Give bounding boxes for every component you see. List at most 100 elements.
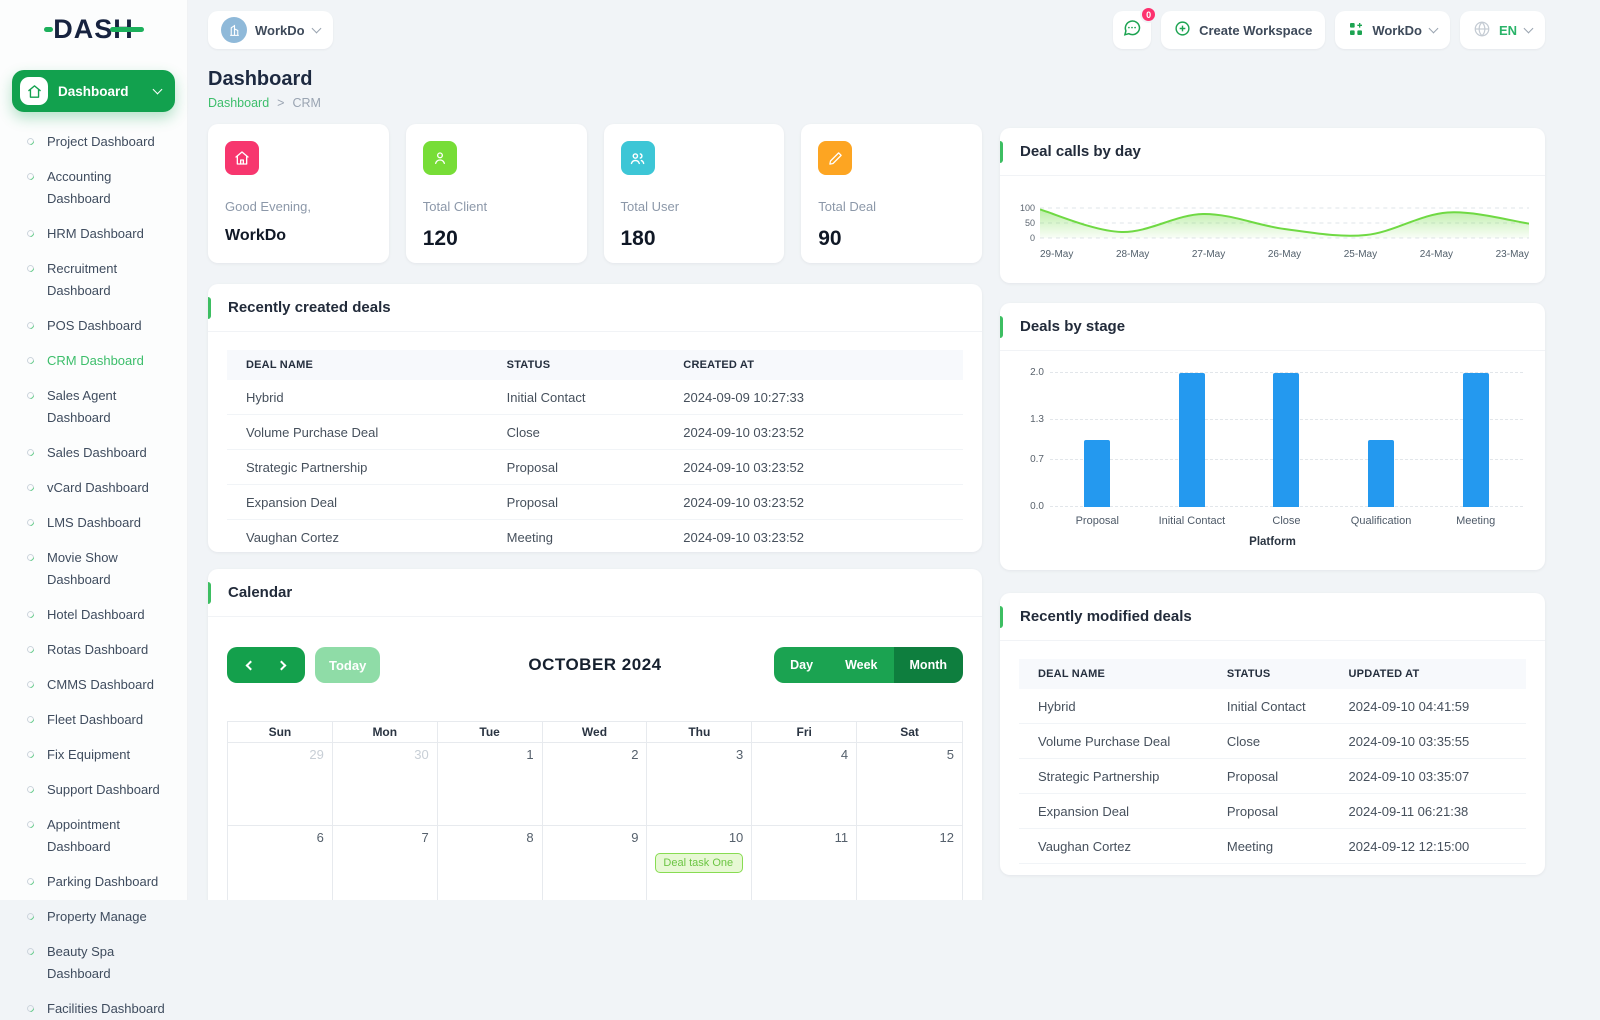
- sidebar-item-recruitment-dashboard[interactable]: Recruitment Dashboard: [27, 258, 187, 302]
- bullet-icon: [26, 448, 36, 458]
- table-row: Volume Purchase DealClose2024-09-10 03:3…: [1019, 724, 1526, 759]
- calendar-next-button[interactable]: [278, 662, 285, 669]
- page-header: Dashboard Dashboard > CRM: [208, 68, 982, 110]
- sidebar-item-sales-agent-dashboard[interactable]: Sales Agent Dashboard: [27, 385, 187, 429]
- calendar-cell[interactable]: 12: [857, 826, 962, 900]
- card-header: Deal calls by day: [1000, 128, 1545, 176]
- sidebar-item-cmms-dashboard[interactable]: CMMS Dashboard: [27, 674, 187, 696]
- recently-created-deals-table: DEAL NAMESTATUSCREATED ATHybridInitial C…: [227, 350, 963, 552]
- page-title: Dashboard: [208, 68, 982, 91]
- calendar-cell[interactable]: 8: [438, 826, 543, 900]
- stat-value: 90: [818, 227, 965, 251]
- bullet-icon: [26, 356, 36, 366]
- sidebar-item-facilities-dashboard[interactable]: Facilities Dashboard: [27, 998, 187, 1020]
- calendar-cell[interactable]: 2: [543, 743, 648, 826]
- calendar-cell[interactable]: 30: [333, 743, 438, 826]
- calendar-cell[interactable]: 9: [543, 826, 648, 900]
- stat-card-total-user: Total User 180: [604, 124, 785, 263]
- sidebar-item-label: Recruitment Dashboard: [47, 258, 175, 302]
- calendar-grid: SunMonTueWedThuFriSat293012345678910Deal…: [227, 721, 963, 900]
- calendar-day-header: Tue: [438, 722, 543, 743]
- table-cell: Proposal: [1227, 759, 1349, 794]
- sidebar-item-lms-dashboard[interactable]: LMS Dashboard: [27, 512, 187, 534]
- sidebar-item-fleet-dashboard[interactable]: Fleet Dashboard: [27, 709, 187, 731]
- calendar-cell[interactable]: 6: [228, 826, 333, 900]
- messages-button[interactable]: 0: [1113, 11, 1151, 49]
- sidebar-item-property-manage[interactable]: Property Manage: [27, 906, 187, 928]
- area-chart: 100500 29-May28-May27-May26-May25-May24-…: [1000, 176, 1545, 260]
- breadcrumb-separator: >: [277, 96, 284, 110]
- chevron-down-icon: [1524, 23, 1534, 33]
- sidebar-item-rotas-dashboard[interactable]: Rotas Dashboard: [27, 639, 187, 661]
- create-workspace-button[interactable]: Create Workspace: [1161, 11, 1325, 49]
- table-cell: Close: [507, 415, 684, 450]
- calendar-day-number: 3: [655, 747, 743, 762]
- calendar-cell[interactable]: 11: [752, 826, 857, 900]
- card-header: Recently modified deals: [1000, 593, 1545, 641]
- table-cell: Meeting: [507, 520, 684, 553]
- table-cell: 2024-09-10 03:23:52: [683, 450, 963, 485]
- calendar-view-week[interactable]: Week: [829, 647, 893, 683]
- users-icon: [621, 141, 655, 175]
- column-header: DEAL NAME: [227, 350, 507, 380]
- sidebar-item-label: Property Manage: [47, 906, 147, 928]
- sidebar-item-project-dashboard[interactable]: Project Dashboard: [27, 131, 187, 153]
- stat-label: Total User: [621, 199, 768, 214]
- table-cell: Close: [1227, 724, 1349, 759]
- table-cell: 2024-09-10 03:23:52: [683, 485, 963, 520]
- table-cell: Proposal: [1227, 794, 1349, 829]
- calendar-event[interactable]: Deal task One: [655, 853, 743, 873]
- calendar-view-day[interactable]: Day: [774, 647, 829, 683]
- stat-value: 180: [621, 227, 768, 251]
- calendar-day-number: 9: [551, 830, 639, 845]
- sidebar-active-label: Dashboard: [58, 84, 129, 99]
- sidebar-item-crm-dashboard[interactable]: CRM Dashboard: [27, 350, 187, 372]
- today-button[interactable]: Today: [315, 647, 380, 683]
- sidebar-item-hotel-dashboard[interactable]: Hotel Dashboard: [27, 604, 187, 626]
- calendar-cell[interactable]: 7: [333, 826, 438, 900]
- stat-label: Total Deal: [818, 199, 965, 214]
- workspace-switcher[interactable]: WorkDo: [208, 11, 333, 49]
- calendar-cell[interactable]: 1: [438, 743, 543, 826]
- calendar-cell[interactable]: 29: [228, 743, 333, 826]
- sidebar-item-support-dashboard[interactable]: Support Dashboard: [27, 779, 187, 801]
- sidebar-item-appointment-dashboard[interactable]: Appointment Dashboard: [27, 814, 187, 858]
- app-logo[interactable]: DASH: [0, 0, 187, 58]
- table-cell: Vaughan Cortez: [227, 520, 507, 553]
- card-title: Deal calls by day: [1020, 143, 1141, 160]
- column-header: CREATED AT: [683, 350, 963, 380]
- deals-by-stage-card: Deals by stage 0.00.71.32.0 ProposalInit…: [1000, 303, 1545, 570]
- apps-menu-button[interactable]: WorkDo: [1335, 11, 1450, 49]
- sidebar-item-fix-equipment[interactable]: Fix Equipment: [27, 744, 187, 766]
- bullet-icon: [26, 391, 36, 401]
- calendar-day-number: 10: [655, 830, 743, 845]
- table-cell: Expansion Deal: [1019, 794, 1227, 829]
- column-header: STATUS: [1227, 659, 1349, 689]
- breadcrumb-link-dashboard[interactable]: Dashboard: [208, 96, 269, 110]
- sidebar-item-vcard-dashboard[interactable]: vCard Dashboard: [27, 477, 187, 499]
- globe-icon: [1473, 20, 1491, 41]
- sidebar-item-beauty-spa-dashboard[interactable]: Beauty Spa Dashboard: [27, 941, 187, 985]
- sidebar-item-movie-show-dashboard[interactable]: Movie Show Dashboard: [27, 547, 187, 591]
- calendar-prev-button[interactable]: [247, 662, 254, 669]
- sidebar-item-pos-dashboard[interactable]: POS Dashboard: [27, 315, 187, 337]
- calendar-cell[interactable]: 10 Deal task One: [647, 826, 752, 900]
- sidebar-item-label: Support Dashboard: [47, 779, 160, 801]
- sidebar-item-parking-dashboard[interactable]: Parking Dashboard: [27, 871, 187, 893]
- sidebar-item-sales-dashboard[interactable]: Sales Dashboard: [27, 442, 187, 464]
- language-selector[interactable]: EN: [1460, 11, 1545, 49]
- bar-close: [1273, 373, 1299, 507]
- sidebar-item-hrm-dashboard[interactable]: HRM Dashboard: [27, 223, 187, 245]
- deal-calls-card: Deal calls by day 100500 29-May28-May27-…: [1000, 128, 1545, 283]
- calendar-cell[interactable]: 3: [647, 743, 752, 826]
- calendar-cell[interactable]: 5: [857, 743, 962, 826]
- calendar-day-number: 1: [446, 747, 534, 762]
- card-title: Deals by stage: [1020, 318, 1125, 335]
- y-tick-label: 0: [1030, 233, 1035, 243]
- calendar-view-month[interactable]: Month: [894, 647, 963, 683]
- calendar-cell[interactable]: 4: [752, 743, 857, 826]
- sidebar-item-dashboard[interactable]: Dashboard: [12, 70, 175, 112]
- bar-proposal: [1084, 440, 1110, 507]
- table-cell: 2024-09-12 12:15:00: [1349, 829, 1526, 864]
- sidebar-item-accounting-dashboard[interactable]: Accounting Dashboard: [27, 166, 187, 210]
